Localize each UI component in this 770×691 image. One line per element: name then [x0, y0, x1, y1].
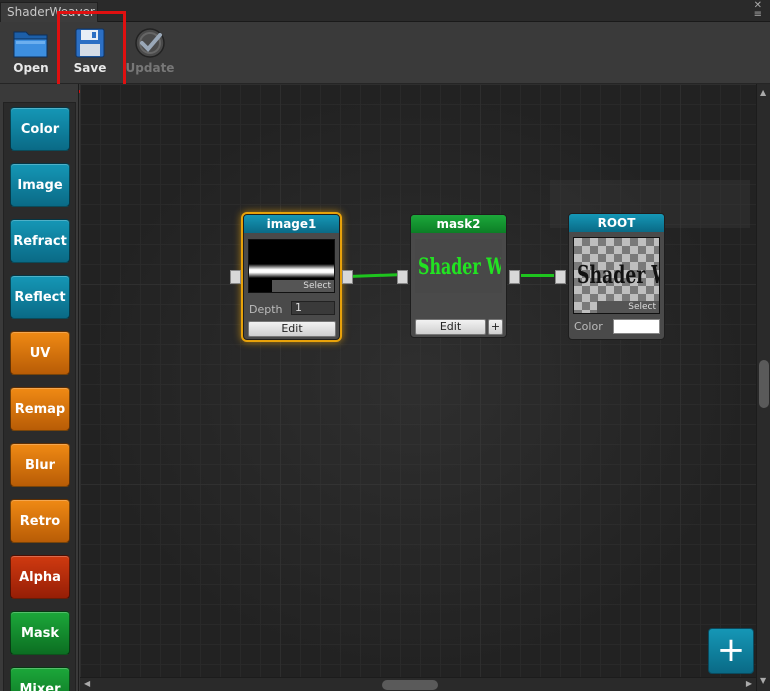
- palette-item-remap[interactable]: Remap: [10, 387, 70, 431]
- check-badge-icon: [135, 28, 165, 58]
- node-image1-edit-button[interactable]: Edit: [248, 321, 336, 337]
- palette-item-retro[interactable]: Retro: [10, 499, 70, 543]
- horizontal-scrollbar[interactable]: ◀ ▶: [80, 677, 756, 691]
- update-button[interactable]: Update: [123, 26, 177, 82]
- node-mask2-title[interactable]: mask2: [411, 215, 506, 233]
- palette-item-reflect[interactable]: Reflect: [10, 275, 70, 319]
- node-image1-depth-field[interactable]: 1: [291, 301, 335, 315]
- node-image1[interactable]: image1 Select Depth 1 Edit: [243, 214, 340, 340]
- node-root-input-port[interactable]: [555, 270, 566, 284]
- palette-item-color[interactable]: Color: [10, 107, 70, 151]
- node-image1-select-button[interactable]: Select: [272, 280, 334, 292]
- shader-weaver-window: ShaderWeaver ✕ ≡ Open Save Update Color …: [0, 0, 770, 691]
- wire-mask2-root: [521, 274, 554, 277]
- scroll-down-icon[interactable]: ▼: [760, 676, 766, 685]
- palette-item-image[interactable]: Image: [10, 163, 70, 207]
- scroll-right-icon[interactable]: ▶: [746, 679, 752, 688]
- node-mask2-input-port[interactable]: [397, 270, 408, 284]
- update-label: Update: [125, 61, 175, 75]
- scroll-up-icon[interactable]: ▲: [760, 88, 766, 97]
- node-root-select-button[interactable]: Select: [597, 301, 659, 313]
- node-mask2-edit-button[interactable]: Edit: [415, 319, 486, 335]
- wire-image1-mask2: [351, 273, 402, 278]
- palette-item-blur[interactable]: Blur: [10, 443, 70, 487]
- node-mask2-preview: Shader Weaver: [415, 239, 502, 293]
- scroll-left-icon[interactable]: ◀: [84, 679, 90, 688]
- node-image1-title[interactable]: image1: [244, 215, 339, 233]
- plus-icon: +: [716, 630, 746, 670]
- node-mask2-output-port[interactable]: [509, 270, 520, 284]
- menu-icon[interactable]: ≡: [754, 9, 762, 20]
- node-root[interactable]: ROOT Shader Weaver Select Color: [568, 213, 665, 340]
- vertical-scroll-thumb[interactable]: [759, 360, 769, 408]
- vertical-scrollbar[interactable]: ▲ ▼: [756, 84, 770, 691]
- save-highlight-box: [57, 11, 126, 93]
- node-mask2-preview-text: Shader Weaver: [418, 254, 502, 280]
- node-palette: Color Image Refract Reflect UV Remap Blu…: [0, 84, 79, 691]
- node-root-color-swatch[interactable]: [613, 319, 660, 334]
- node-image1-input-port[interactable]: [230, 270, 241, 284]
- node-image1-preview: Select: [248, 239, 335, 293]
- palette-item-alpha[interactable]: Alpha: [10, 555, 70, 599]
- node-root-preview-text: Shader Weaver: [577, 260, 659, 289]
- palette-item-mask[interactable]: Mask: [10, 611, 70, 655]
- open-button[interactable]: Open: [4, 26, 58, 82]
- open-label: Open: [13, 61, 49, 75]
- node-graph-canvas[interactable]: image1 Select Depth 1 Edit mask2 Shader …: [80, 84, 756, 677]
- node-root-title[interactable]: ROOT: [569, 214, 664, 232]
- node-root-color-label: Color: [574, 320, 603, 333]
- node-image1-depth-label: Depth: [249, 303, 283, 316]
- node-mask2-add-button[interactable]: +: [488, 319, 503, 335]
- palette-list: Color Image Refract Reflect UV Remap Blu…: [3, 102, 76, 691]
- palette-item-uv[interactable]: UV: [10, 331, 70, 375]
- folder-icon: [13, 31, 48, 58]
- palette-item-refract[interactable]: Refract: [10, 219, 70, 263]
- palette-item-mixer[interactable]: Mixer: [10, 667, 70, 691]
- node-root-preview: Shader Weaver Select: [573, 237, 660, 314]
- node-mask2[interactable]: mask2 Shader Weaver Edit +: [410, 214, 507, 338]
- add-node-button[interactable]: +: [708, 628, 754, 674]
- node-image1-output-port[interactable]: [342, 270, 353, 284]
- horizontal-scroll-thumb[interactable]: [382, 680, 438, 690]
